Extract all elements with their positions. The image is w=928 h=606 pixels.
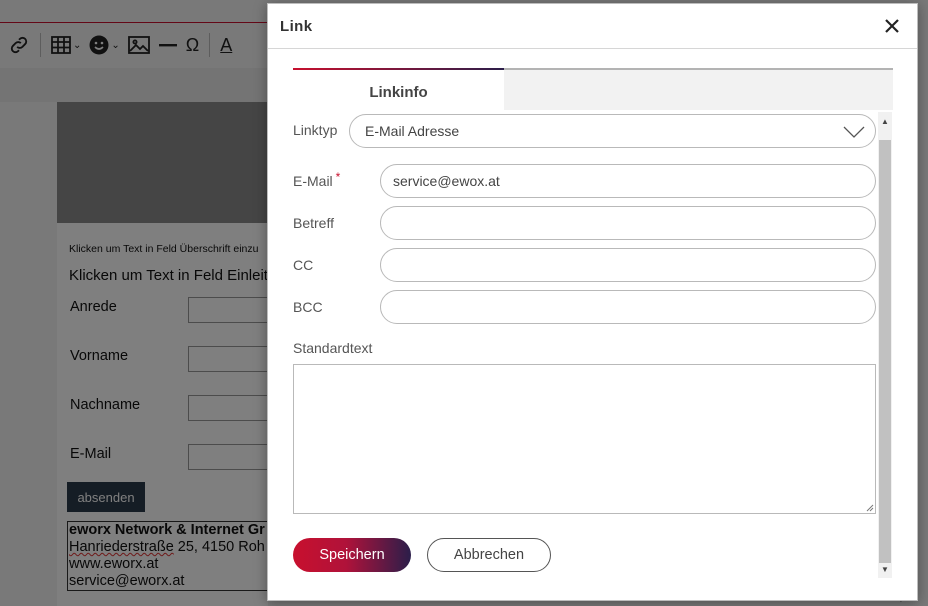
email-input[interactable] (380, 164, 876, 198)
dialog-tabs: Linkinfo (293, 68, 893, 112)
email-label: E-Mail * (293, 170, 341, 189)
chevron-down-icon (843, 126, 865, 138)
linktyp-select[interactable]: E-Mail Adresse (349, 114, 876, 148)
standardtext-textarea[interactable] (293, 364, 876, 514)
dialog-scrollbar[interactable]: ▲ ▼ (878, 112, 892, 578)
cc-label: CC (293, 257, 314, 273)
resize-grip-icon[interactable] (866, 504, 874, 512)
betreff-input[interactable] (380, 206, 876, 240)
linktyp-label: Linktyp (293, 122, 338, 138)
cancel-button[interactable]: Abbrechen (427, 538, 551, 572)
cc-input[interactable] (380, 248, 876, 282)
link-dialog: Link Linkinfo ▲ ▼ Linktyp E-Mail Adresse… (267, 3, 918, 601)
tab-linkinfo[interactable]: Linkinfo (293, 68, 504, 112)
scroll-down-icon[interactable]: ▼ (878, 562, 892, 576)
email-label-text: E-Mail (293, 173, 333, 189)
dialog-title: Link (280, 18, 313, 35)
bcc-input[interactable] (380, 290, 876, 324)
linktyp-value: E-Mail Adresse (365, 123, 460, 139)
save-button[interactable]: Speichern (293, 538, 411, 572)
dialog-header: Link (268, 4, 917, 49)
bcc-label: BCC (293, 299, 323, 315)
scroll-up-icon[interactable]: ▲ (878, 114, 892, 128)
standardtext-label: Standardtext (293, 340, 373, 356)
close-icon[interactable] (881, 15, 903, 37)
scrollbar-thumb[interactable] (879, 140, 891, 563)
required-marker: * (335, 170, 341, 184)
betreff-label: Betreff (293, 215, 334, 231)
